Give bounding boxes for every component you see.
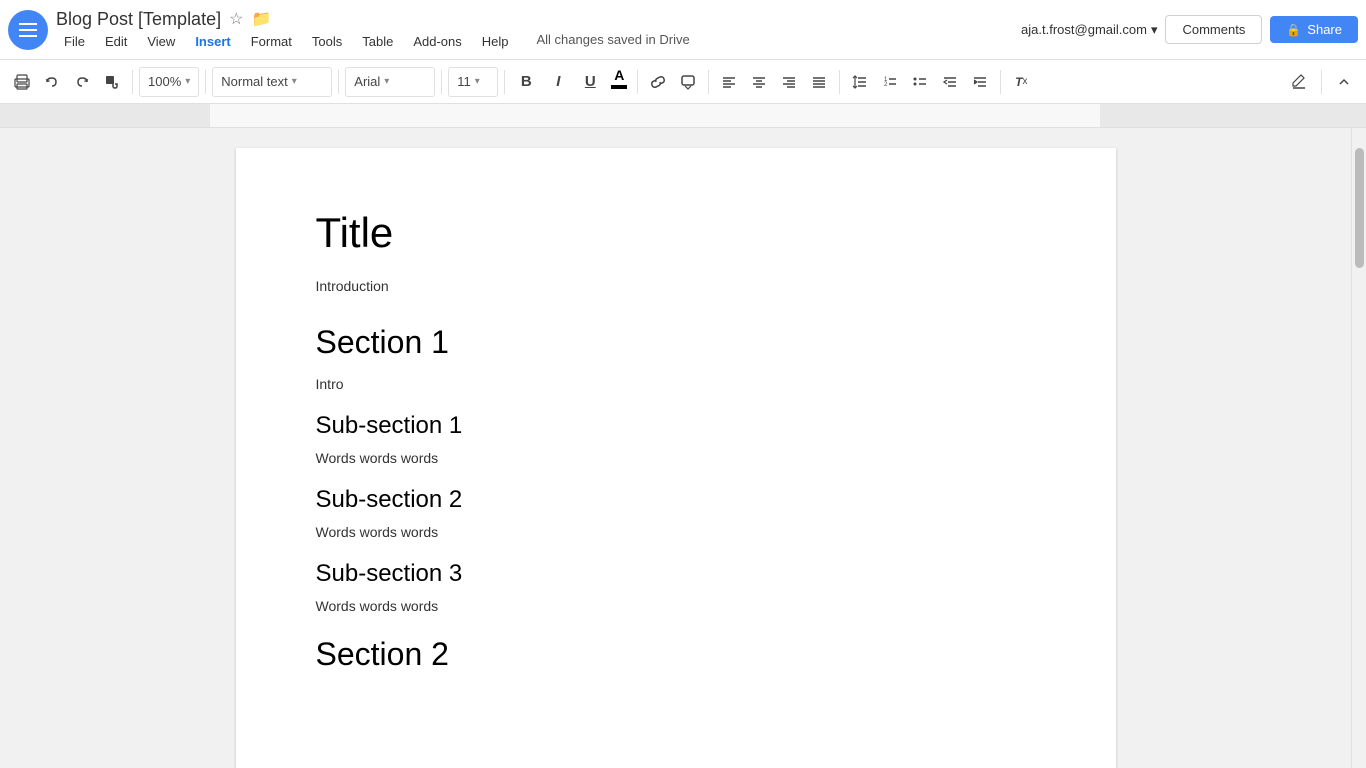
menu-insert[interactable]: Insert: [187, 32, 238, 51]
separator-4: [441, 70, 442, 94]
separator-7: [708, 70, 709, 94]
scroll-thumb[interactable]: [1355, 148, 1364, 268]
menu-help[interactable]: Help: [474, 32, 517, 51]
ruler-inner: [0, 104, 1366, 127]
document-subsection2-body[interactable]: Words words words: [316, 524, 1036, 540]
share-label: Share: [1307, 22, 1342, 37]
menu-bar: File Edit View Insert Format Tools Table…: [56, 32, 1021, 51]
zoom-dropdown[interactable]: 100% ▾: [139, 67, 199, 97]
clear-format-label: T: [1015, 75, 1022, 89]
menu-file[interactable]: File: [56, 32, 93, 51]
doc-title-area: Blog Post [Template] ☆ 📁 File Edit View …: [56, 9, 1021, 51]
align-left-button[interactable]: [715, 67, 743, 97]
menu-addons[interactable]: Add-ons: [405, 32, 469, 51]
pen-button[interactable]: [1285, 67, 1313, 97]
line-spacing-button[interactable]: [846, 67, 874, 97]
document-subsection3-heading[interactable]: Sub-section 3: [316, 560, 1036, 588]
top-right-area: aja.t.frost@gmail.com ▾ Comments 🔒 Share: [1021, 15, 1358, 44]
doc-area: Title Introduction Section 1 Intro Sub-s…: [0, 128, 1351, 768]
separator-5: [504, 70, 505, 94]
align-center-button[interactable]: [745, 67, 773, 97]
top-bar: Blog Post [Template] ☆ 📁 File Edit View …: [0, 0, 1366, 60]
save-status: All changes saved in Drive: [537, 32, 690, 51]
zoom-value: 100%: [148, 74, 181, 89]
align-justify-button[interactable]: [805, 67, 833, 97]
ruler: [0, 104, 1366, 128]
bold-button[interactable]: B: [511, 67, 541, 97]
font-value: Arial: [354, 74, 380, 89]
menu-edit[interactable]: Edit: [97, 32, 135, 51]
paragraph-style-dropdown[interactable]: Normal text ▾: [212, 67, 332, 97]
font-dropdown[interactable]: Arial ▾: [345, 67, 435, 97]
document-subsection2-heading[interactable]: Sub-section 2: [316, 486, 1036, 514]
user-email: aja.t.frost@gmail.com: [1021, 22, 1147, 37]
comment-button[interactable]: [674, 67, 702, 97]
menu-table[interactable]: Table: [354, 32, 401, 51]
document-title[interactable]: Title: [316, 208, 1036, 258]
menu-format[interactable]: Format: [243, 32, 300, 51]
font-size-value: 11: [457, 74, 471, 89]
font-arrow: ▾: [384, 76, 389, 87]
paragraph-arrow: ▾: [292, 76, 297, 87]
folder-icon[interactable]: 📁: [251, 9, 271, 29]
clear-format-button[interactable]: Tx: [1007, 67, 1035, 97]
font-size-arrow: ▾: [475, 76, 480, 87]
comments-button[interactable]: Comments: [1165, 15, 1262, 44]
align-right-button[interactable]: [775, 67, 803, 97]
redo-button[interactable]: [68, 67, 96, 97]
separator-2: [205, 70, 206, 94]
link-button[interactable]: [644, 67, 672, 97]
undo-button[interactable]: [38, 67, 66, 97]
print-button[interactable]: [8, 67, 36, 97]
decrease-indent-button[interactable]: [936, 67, 964, 97]
main-area: Title Introduction Section 1 Intro Sub-s…: [0, 128, 1366, 768]
star-icon[interactable]: ☆: [229, 9, 243, 29]
text-color-bar: [611, 85, 627, 89]
svg-text:2: 2: [884, 82, 888, 88]
separator-9: [1000, 70, 1001, 94]
menu-tools[interactable]: Tools: [304, 32, 350, 51]
paragraph-style-value: Normal text: [221, 74, 287, 89]
italic-button[interactable]: I: [543, 67, 573, 97]
separator-10: [1321, 70, 1322, 94]
underline-button[interactable]: U: [575, 67, 605, 97]
zoom-arrow: ▾: [185, 76, 190, 87]
text-color-button[interactable]: A: [607, 67, 631, 97]
document-subsection1-heading[interactable]: Sub-section 1: [316, 412, 1036, 440]
document-introduction[interactable]: Introduction: [316, 278, 1036, 294]
document-subsection1-body[interactable]: Words words words: [316, 450, 1036, 466]
menu-view[interactable]: View: [139, 32, 183, 51]
numbered-list-button[interactable]: 12: [876, 67, 904, 97]
user-dropdown-icon[interactable]: ▾: [1151, 22, 1158, 38]
collapse-toolbar-button[interactable]: [1330, 67, 1358, 97]
increase-indent-button[interactable]: [966, 67, 994, 97]
document-section1-intro[interactable]: Intro: [316, 376, 1036, 392]
text-color-label: A: [614, 67, 624, 83]
separator-3: [338, 70, 339, 94]
lock-icon: 🔒: [1286, 23, 1301, 37]
separator-6: [637, 70, 638, 94]
app-menu-button[interactable]: [8, 10, 48, 50]
doc-title: Blog Post [Template]: [56, 9, 221, 30]
paint-format-button[interactable]: [98, 67, 126, 97]
user-info[interactable]: aja.t.frost@gmail.com ▾: [1021, 22, 1157, 38]
scrollbar[interactable]: [1351, 128, 1366, 768]
document-subsection3-body[interactable]: Words words words: [316, 598, 1036, 614]
separator-1: [132, 70, 133, 94]
font-size-dropdown[interactable]: 11 ▾: [448, 67, 498, 97]
toolbar: 100% ▾ Normal text ▾ Arial ▾ 11 ▾ B I U …: [0, 60, 1366, 104]
share-button[interactable]: 🔒 Share: [1270, 16, 1358, 43]
separator-8: [839, 70, 840, 94]
document-section2-heading[interactable]: Section 2: [316, 634, 1036, 676]
document[interactable]: Title Introduction Section 1 Intro Sub-s…: [236, 148, 1116, 768]
document-section1-heading[interactable]: Section 1: [316, 322, 1036, 364]
bullet-list-button[interactable]: [906, 67, 934, 97]
